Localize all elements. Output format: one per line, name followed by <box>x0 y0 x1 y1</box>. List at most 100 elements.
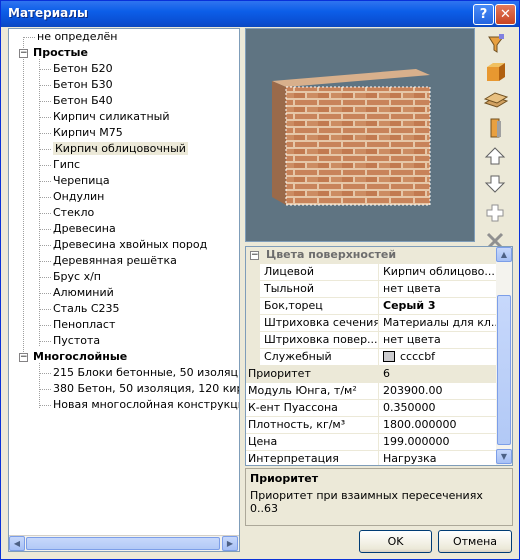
tree-item[interactable]: Древесина <box>53 221 116 237</box>
tree-group-label: Простые <box>33 46 88 59</box>
property-row[interactable]: Цена 199.000000 <box>246 434 498 451</box>
tree-item[interactable]: Новая многослойная конструкция <box>53 397 239 413</box>
tree-guide-line <box>39 341 51 342</box>
move-up-icon[interactable] <box>480 142 510 170</box>
tree-guide-line <box>39 293 51 294</box>
property-value[interactable]: 199.000000 <box>379 434 497 450</box>
collapse-icon[interactable]: − <box>19 353 28 362</box>
cancel-button[interactable]: Отмена <box>438 530 512 553</box>
property-value[interactable]: 1800.000000 <box>379 417 497 433</box>
materials-tree: не определён − Простые Бетон Б20 Бетон Б3… <box>8 28 240 552</box>
tree-guide-line <box>39 309 51 310</box>
ok-button[interactable]: OK <box>359 530 432 553</box>
property-row[interactable]: Тыльной нет цвета <box>246 281 498 298</box>
tree-guide-line <box>39 101 51 102</box>
add-icon[interactable] <box>480 198 510 226</box>
property-name: Интерпретация <box>248 451 379 465</box>
hatch-icon[interactable] <box>480 86 510 114</box>
category-row[interactable]: − Цвета поверхностей <box>246 247 498 264</box>
property-row[interactable]: Штриховка повер... нет цвета <box>246 332 498 349</box>
help-button[interactable]: ? <box>473 4 494 25</box>
property-row[interactable]: Служебный ccccbf <box>246 349 498 366</box>
property-value[interactable]: 6 <box>379 366 497 382</box>
move-down-icon[interactable] <box>480 170 510 198</box>
brick-wall-preview <box>272 69 431 206</box>
property-row[interactable]: Плотность, кг/м³ 1800.000000 <box>246 417 498 434</box>
close-button[interactable]: ✕ <box>495 4 516 25</box>
tree-item-label: не определён <box>37 30 118 43</box>
tree-guide-line <box>39 59 40 346</box>
property-row[interactable]: К-ент Пуассона 0.350000 <box>246 400 498 417</box>
property-value[interactable]: нет цвета <box>379 281 497 297</box>
tree-item[interactable]: Деревянная решётка <box>53 253 177 269</box>
property-name: Лицевой <box>264 264 379 280</box>
surface-color-icon[interactable] <box>480 58 510 86</box>
property-row[interactable]: Лицевой Кирпич облицово... <box>246 264 498 281</box>
property-row[interactable]: Интерпретация Нагрузка <box>246 451 498 465</box>
tree-guide-line <box>39 277 51 278</box>
collapse-icon[interactable]: − <box>19 49 28 58</box>
tree-item[interactable]: Черепица <box>53 173 110 189</box>
scroll-right-icon[interactable]: ▶ <box>222 536 238 551</box>
tree-item[interactable]: Гипс <box>53 157 80 173</box>
tree-item-label: Пустота <box>53 334 101 347</box>
property-value[interactable]: ccccbf <box>379 349 497 365</box>
tree-item[interactable]: Стекло <box>53 205 94 221</box>
scrollbar-thumb[interactable] <box>26 537 220 550</box>
tree-guide-line <box>39 149 51 150</box>
property-value[interactable]: 0.350000 <box>379 400 497 416</box>
tree-item[interactable]: Пенопласт <box>53 317 115 333</box>
tree-item[interactable]: 215 Блоки бетонные, 50 изоляция <box>53 365 239 381</box>
tree-item[interactable]: Древесина хвойных пород <box>53 237 207 253</box>
property-value[interactable]: нет цвета <box>379 332 497 348</box>
row-gutter <box>246 281 260 297</box>
scroll-left-icon[interactable]: ◀ <box>9 536 25 551</box>
property-value[interactable]: Серый 3 <box>379 298 497 314</box>
tree-guide-line <box>39 373 51 374</box>
tree-item[interactable]: Кирпич силикатный <box>53 109 169 125</box>
property-row[interactable]: Приоритет 6 <box>246 366 498 383</box>
tree-item-label: Бетон Б20 <box>53 62 113 75</box>
tree-item-label: Кирпич М75 <box>53 126 123 139</box>
tree-guide-line <box>39 117 51 118</box>
category-label: Цвета поверхностей <box>266 248 397 261</box>
tree-item-undefined[interactable]: не определён <box>37 29 118 45</box>
scroll-down-icon[interactable]: ▼ <box>496 449 512 464</box>
property-value[interactable]: Нагрузка <box>379 451 497 465</box>
tree-item-label: Деревянная решётка <box>53 254 177 267</box>
tree-item-label: Пенопласт <box>53 318 116 331</box>
tree-item[interactable]: Сталь С235 <box>53 301 120 317</box>
property-name: Приоритет <box>248 366 379 382</box>
property-value[interactable]: Кирпич облицово... <box>379 264 497 280</box>
tree-item[interactable]: Бетон Б40 <box>53 93 113 109</box>
tree-group-simple[interactable]: Простые <box>33 45 88 61</box>
tree-item[interactable]: Кирпич М75 <box>53 125 123 141</box>
tree-item[interactable]: Брус х/п <box>53 269 101 285</box>
property-row[interactable]: Бок,торец Серый 3 <box>246 298 498 315</box>
tree-item[interactable]: Бетон Б20 <box>53 61 113 77</box>
property-value[interactable]: 203900.00 <box>379 383 497 399</box>
tree-item[interactable]: Бетон Б30 <box>53 77 113 93</box>
collapse-icon[interactable]: − <box>250 251 259 260</box>
property-row[interactable]: Штриховка сечения Материалы для кл... <box>246 315 498 332</box>
tree-group-multilayer[interactable]: Многослойные <box>33 349 127 365</box>
row-gutter <box>246 298 260 314</box>
property-value[interactable]: Материалы для кл... <box>379 315 497 331</box>
tree-guide-line <box>39 133 51 134</box>
property-name: Цена <box>248 434 379 450</box>
filter-icon[interactable] <box>480 30 510 58</box>
title-bar[interactable]: Материалы ? ✕ <box>1 1 519 27</box>
scrollbar-thumb[interactable] <box>497 295 511 445</box>
tree-horizontal-scrollbar[interactable]: ◀ ▶ <box>9 535 239 551</box>
tree-item[interactable]: Алюминий <box>53 285 114 301</box>
material-column-icon[interactable] <box>480 114 510 142</box>
tree-item[interactable]: Пустота <box>53 333 100 349</box>
tree-item[interactable]: 380 Бетон, 50 изоляция, 120 кирпич <box>53 381 239 397</box>
scroll-up-icon[interactable]: ▲ <box>496 247 512 262</box>
property-vertical-scrollbar[interactable]: ▲ ▼ <box>496 247 512 465</box>
tree-item[interactable]: Ондулин <box>53 189 104 205</box>
property-description: Приоритет Приоритет при взаимных пересеч… <box>245 468 513 526</box>
tree-item[interactable]: Кирпич облицовочный <box>53 141 188 157</box>
property-row[interactable]: Модуль Юнга, т/м² 203900.00 <box>246 383 498 400</box>
tree-item-label: Стекло <box>53 206 95 219</box>
